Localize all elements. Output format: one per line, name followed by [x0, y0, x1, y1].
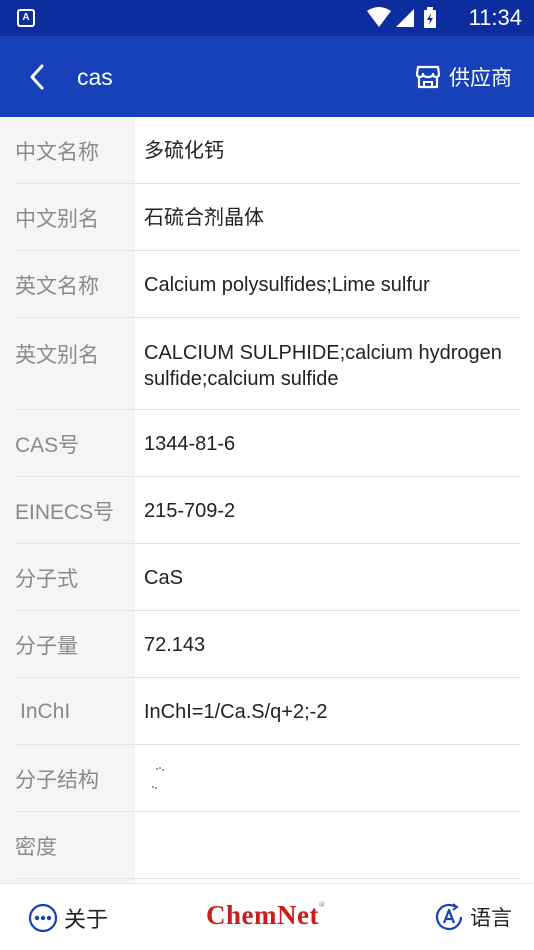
detail-row-cas-number: CAS号 1344-81-6 [0, 410, 534, 477]
detail-label: 分子式 [0, 544, 135, 611]
detail-value: 石硫合剂晶体 [135, 184, 534, 251]
detail-row-molecular-weight: 分子量 72.143 [0, 611, 534, 678]
details-list: 中文名称 多硫化钙 中文别名 石硫合剂晶体 英文名称 Calcium polys… [0, 117, 534, 883]
detail-label: EINECS号 [0, 477, 135, 544]
detail-row-molecular-formula: 分子式 CaS [0, 544, 534, 611]
detail-row-einecs-number: EINECS号 215-709-2 [0, 477, 534, 544]
detail-row-molecular-structure: 分子结构 [0, 745, 534, 812]
detail-row-english-alias: 英文别名 CALCIUM SULPHIDE;calcium hydrogen s… [0, 318, 534, 410]
bottom-bar: 关于 ChemNet® 语言 [0, 883, 534, 950]
molecular-structure-image[interactable] [144, 762, 174, 796]
detail-value: CALCIUM SULPHIDE;calcium hydrogen sulfid… [135, 318, 534, 410]
detail-label: 密度 [0, 812, 135, 879]
detail-label: 英文别名 [0, 318, 135, 410]
detail-label: InChI [0, 678, 135, 745]
detail-row-density: 密度 [0, 812, 534, 879]
detail-value: Calcium polysulfides;Lime sulfur [135, 251, 534, 318]
about-button[interactable]: 关于 [28, 902, 108, 934]
detail-value: 多硫化钙 [135, 117, 534, 184]
detail-value: CaS [135, 544, 534, 611]
detail-label: 中文名称 [0, 117, 135, 184]
detail-label: 英文名称 [0, 251, 135, 318]
battery-charging-icon [424, 7, 436, 28]
detail-value: InChI=1/Ca.S/q+2;-2 [135, 678, 534, 745]
store-icon [415, 65, 441, 89]
clock: 11:34 [468, 5, 522, 30]
about-label: 关于 [64, 907, 109, 932]
language-icon [435, 903, 463, 931]
detail-row-inchi: InChI InChI=1/Ca.S/q+2;-2 [0, 678, 534, 745]
detail-value [135, 812, 534, 879]
app-bar: cas 供应商 [0, 36, 534, 117]
detail-row-english-name: 英文名称 Calcium polysulfides;Lime sulfur [0, 251, 534, 318]
supplier-button[interactable]: 供应商 [415, 60, 512, 94]
detail-value: 1344-81-6 [135, 410, 534, 477]
detail-row-chinese-name: 中文名称 多硫化钙 [0, 117, 534, 184]
more-dots-icon [28, 903, 58, 933]
notification-icon: A [17, 9, 35, 27]
detail-value [135, 745, 534, 812]
detail-label: CAS号 [0, 410, 135, 477]
back-arrow-icon[interactable] [24, 62, 54, 92]
signal-icon [396, 9, 414, 27]
wifi-icon [367, 7, 391, 27]
status-icons [367, 7, 436, 28]
page-title: cas [77, 64, 113, 90]
detail-value: 215-709-2 [135, 477, 534, 544]
supplier-label: 供应商 [449, 67, 512, 90]
detail-label: 分子量 [0, 611, 135, 678]
detail-row-chinese-alias: 中文别名 石硫合剂晶体 [0, 184, 534, 251]
language-label: 语言 [470, 907, 512, 930]
chemnet-logo: ChemNet® [206, 900, 326, 930]
detail-label: 中文别名 [0, 184, 135, 251]
language-button[interactable]: 语言 [434, 902, 512, 932]
status-bar: A 11:34 [0, 0, 534, 36]
detail-label: 分子结构 [0, 745, 135, 812]
detail-value: 72.143 [135, 611, 534, 678]
